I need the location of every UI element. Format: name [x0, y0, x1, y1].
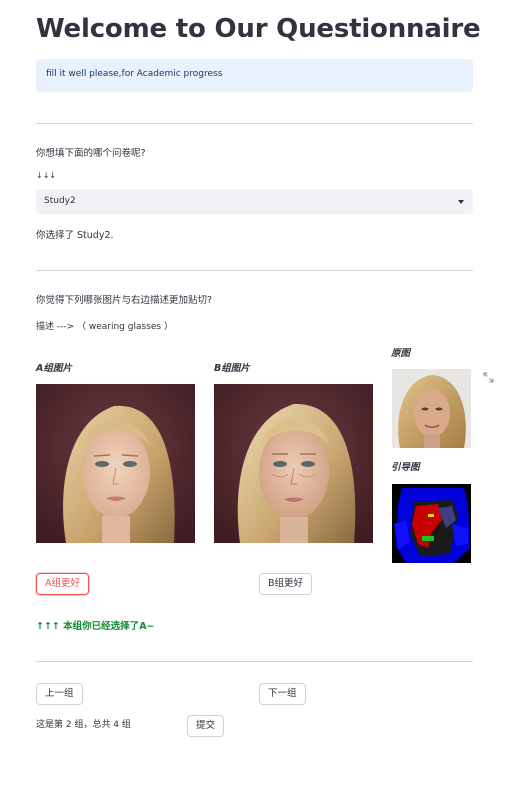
study-select-value: Study2: [44, 196, 76, 206]
original-image: [392, 369, 471, 448]
guide-image: [392, 484, 471, 563]
submit-button[interactable]: 提交: [187, 715, 225, 737]
divider: [36, 661, 473, 662]
progress-text: 这是第 2 组，总共 4 组: [36, 720, 131, 730]
study-question: 你想填下面的哪个问卷呢?: [36, 148, 146, 159]
group-b-image: [214, 384, 373, 543]
study-confirmation: 你选择了 Study2.: [36, 230, 114, 241]
page-title: Welcome to Our Questionnaire: [36, 14, 481, 44]
info-banner: fill it well please,for Academic progres…: [36, 59, 473, 92]
group-b-label: B组图片: [214, 363, 250, 374]
group-a-label: A组图片: [36, 363, 72, 374]
caret-down-icon[interactable]: [458, 200, 464, 204]
selection-status: ↑↑↑ 本组你已经选择了A~: [36, 621, 155, 632]
group-a-image: [36, 384, 195, 543]
prev-group-button[interactable]: 上一组: [36, 683, 83, 705]
expand-icon[interactable]: [483, 372, 494, 383]
choose-a-button[interactable]: A组更好: [36, 573, 89, 595]
guide-label: 引导图: [391, 462, 420, 473]
divider: [36, 123, 473, 124]
choose-b-button[interactable]: B组更好: [259, 573, 313, 595]
down-arrows: ↓↓↓: [36, 171, 57, 180]
next-group-button[interactable]: 下一组: [259, 683, 306, 705]
description-text: 描述 ---> （ wearing glasses ）: [36, 322, 173, 332]
comparison-question: 你觉得下列哪张图片与右边描述更加贴切?: [36, 295, 213, 306]
study-select[interactable]: Study2: [36, 189, 473, 214]
divider: [36, 270, 473, 271]
original-label: 原图: [391, 348, 411, 359]
